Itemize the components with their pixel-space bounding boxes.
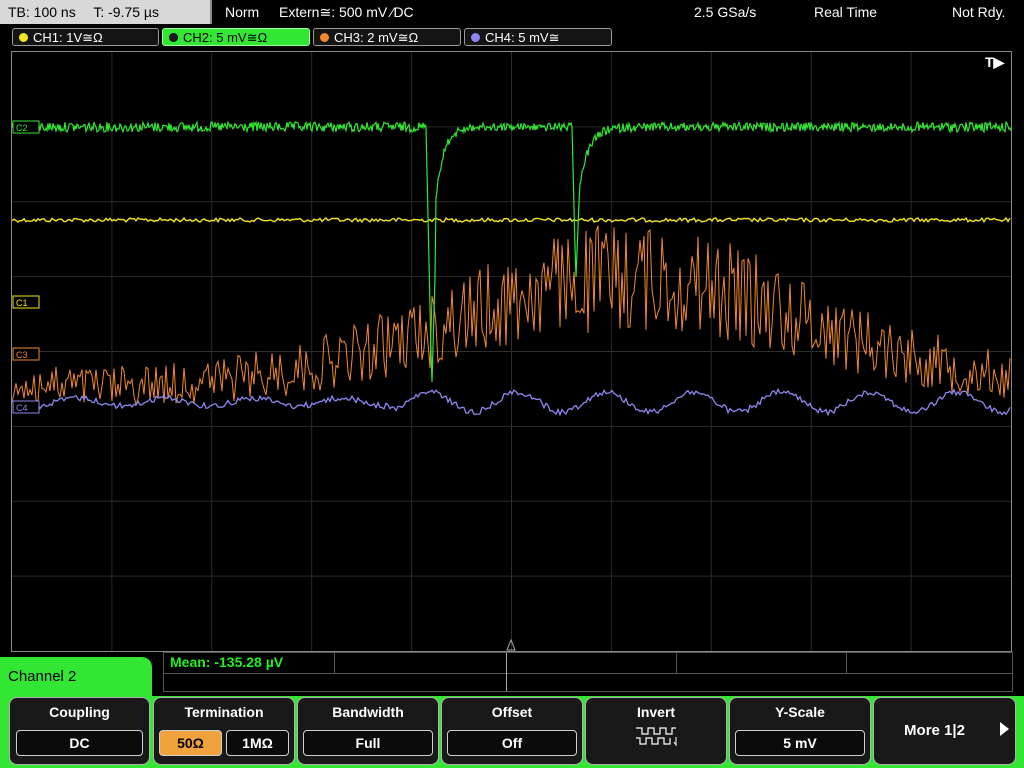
- ch1-dot-icon: [19, 33, 28, 42]
- termination-50-option[interactable]: 50Ω: [159, 730, 222, 756]
- ch2-dot-icon: [169, 33, 178, 42]
- tab-ch2[interactable]: CH2: 5 mV≅Ω: [162, 28, 310, 46]
- trigger-mode[interactable]: Norm: [225, 0, 259, 24]
- channel-tabs: CH1: 1V≅Ω CH2: 5 mV≅Ω CH3: 2 mV≅Ω CH4: 5…: [0, 26, 1024, 48]
- trigger-source[interactable]: Extern≅: 500 mV ⁄DC: [279, 0, 414, 24]
- invert-title: Invert: [636, 704, 676, 720]
- yscale-value[interactable]: 5 mV: [735, 730, 865, 756]
- next-arrow-icon: [1000, 722, 1009, 736]
- ch2-offset-marker[interactable]: C2: [12, 120, 40, 134]
- ch4-tab-label: CH4: 5 mV≅: [485, 30, 560, 45]
- sample-rate: 2.5 GSa/s: [694, 4, 757, 20]
- svg-text:C2: C2: [16, 123, 28, 133]
- svg-text:C4: C4: [16, 403, 28, 413]
- coupling-value[interactable]: DC: [16, 730, 143, 756]
- termination-1m-option[interactable]: 1MΩ: [226, 730, 289, 756]
- svg-text:C3: C3: [16, 350, 28, 360]
- acquisition-state: Not Rdy.: [952, 4, 1006, 20]
- invert-softkey[interactable]: Invert: [585, 697, 727, 765]
- ch3-dot-icon: [320, 33, 329, 42]
- offset-softkey[interactable]: Offset Off: [441, 697, 583, 765]
- offset-title: Offset: [491, 704, 533, 720]
- ch3-offset-marker[interactable]: C3: [12, 347, 40, 361]
- ch1-offset-marker[interactable]: C1: [12, 295, 40, 309]
- trigger-time-label: T: -9.75 µs: [93, 4, 159, 20]
- status-bar: TB: 100 ns T: -9.75 µs Norm Extern≅: 500…: [0, 0, 1024, 25]
- termination-title: Termination: [184, 704, 264, 720]
- tab-ch1[interactable]: CH1: 1V≅Ω: [12, 28, 159, 46]
- timebase-box[interactable]: TB: 100 ns T: -9.75 µs: [0, 0, 212, 24]
- bandwidth-title: Bandwidth: [332, 704, 404, 720]
- bandwidth-value[interactable]: Full: [303, 730, 433, 756]
- graticule: [12, 52, 1011, 651]
- invert-waveform-icon: [636, 727, 677, 747]
- coupling-softkey[interactable]: Coupling DC: [9, 697, 150, 765]
- waveform-canvas: C2 C1 C3 C4 T▶: [12, 52, 1011, 651]
- timebase-label: TB: 100 ns: [8, 4, 76, 20]
- tab-ch4[interactable]: CH4: 5 mV≅: [464, 28, 612, 46]
- menu-title: Channel 2: [0, 657, 152, 697]
- bandwidth-softkey[interactable]: Bandwidth Full: [297, 697, 439, 765]
- termination-softkey[interactable]: Termination 50Ω 1MΩ: [153, 697, 295, 765]
- ch1-tab-label: CH1: 1V≅Ω: [33, 30, 103, 45]
- tab-ch3[interactable]: CH3: 2 mV≅Ω: [313, 28, 461, 46]
- offset-value[interactable]: Off: [447, 730, 577, 756]
- svg-text:C1: C1: [16, 298, 28, 308]
- more-softkey[interactable]: More 1|2: [873, 697, 1016, 765]
- trigger-position-marker[interactable]: T▶: [985, 54, 1006, 70]
- ch2-tab-label: CH2: 5 mV≅Ω: [183, 30, 268, 45]
- acquisition-mode: Real Time: [814, 4, 878, 20]
- measurement-bar: Mean: -135.28 µV: [163, 652, 1013, 692]
- ch3-tab-label: CH3: 2 mV≅Ω: [334, 30, 419, 45]
- yscale-softkey[interactable]: Y-Scale 5 mV: [729, 697, 871, 765]
- coupling-title: Coupling: [49, 704, 110, 720]
- waveform-display[interactable]: C2 C1 C3 C4 T▶: [11, 51, 1012, 652]
- yscale-title: Y-Scale: [775, 704, 825, 720]
- ch4-dot-icon: [471, 33, 480, 42]
- ch4-offset-marker[interactable]: C4: [12, 400, 40, 414]
- more-label: More 1|2: [904, 722, 965, 739]
- mean-measurement: Mean: -135.28 µV: [170, 654, 284, 670]
